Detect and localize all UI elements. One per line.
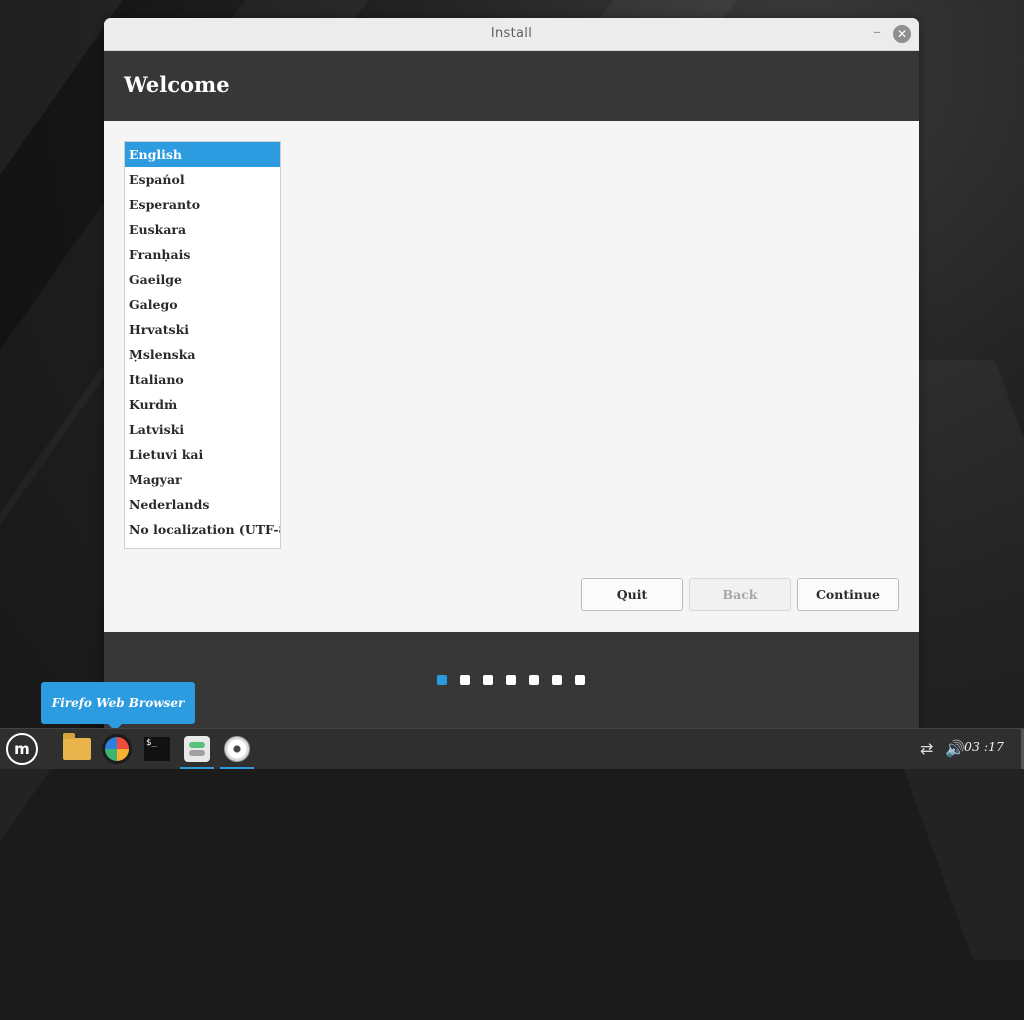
- terminal-icon-shape: $_: [144, 737, 170, 761]
- language-item-gaeilge[interactable]: Gaeilge: [125, 267, 280, 292]
- step-dot-5: [529, 675, 539, 685]
- page-title: Welcome: [124, 72, 230, 97]
- folder-icon-shape: [63, 733, 91, 760]
- language-item-hrvatski[interactable]: Hrvatski: [125, 317, 280, 342]
- quit-button[interactable]: Quit: [581, 578, 683, 611]
- firefox-icon[interactable]: [100, 733, 134, 765]
- back-button[interactable]: Back: [689, 578, 791, 611]
- title-bar[interactable]: Install – ✕: [104, 18, 919, 51]
- taskbar-tooltip: Firefo Web Browser: [41, 682, 195, 731]
- install-window: Install – ✕ Welcome English Espańol Espe…: [104, 18, 919, 728]
- step-dot-7: [575, 675, 585, 685]
- clock[interactable]: 03 :17: [964, 739, 1004, 754]
- language-item-english[interactable]: English: [125, 142, 280, 167]
- language-item-espanol[interactable]: Espańol: [125, 167, 280, 192]
- mint-menu-icon[interactable]: m: [6, 733, 38, 765]
- language-item-nederlands[interactable]: Nederlands: [125, 492, 280, 517]
- disc-icon-shape: [224, 736, 250, 762]
- terminal-icon[interactable]: $_: [140, 733, 174, 765]
- language-item-euskara[interactable]: Euskara: [125, 217, 280, 242]
- step-dot-6: [552, 675, 562, 685]
- header-band: Welcome: [104, 51, 919, 121]
- step-dot-1: [437, 675, 447, 685]
- language-item-magyar[interactable]: Magyar: [125, 467, 280, 492]
- settings-icon-shape: [184, 736, 210, 762]
- language-item-kurdi[interactable]: Kurdṁ: [125, 392, 280, 417]
- settings-icon[interactable]: [180, 733, 214, 769]
- language-list[interactable]: English Espańol Esperanto Euskara Franḥa…: [124, 141, 281, 549]
- content-area: English Espańol Esperanto Euskara Franḥa…: [104, 121, 919, 632]
- language-item-esperanto[interactable]: Esperanto: [125, 192, 280, 217]
- disc-icon[interactable]: [220, 733, 254, 769]
- footer-band: [104, 632, 919, 728]
- language-item-francais[interactable]: Franḥais: [125, 242, 280, 267]
- network-icon[interactable]: ⇄: [920, 739, 933, 758]
- language-item-galego[interactable]: Galego: [125, 292, 280, 317]
- step-dot-3: [483, 675, 493, 685]
- taskbar: m $_ ⇄ 🔊 03 :17: [0, 728, 1024, 769]
- language-item-islenska[interactable]: Ṃslenska: [125, 342, 280, 367]
- browser-icon-shape: [102, 734, 132, 764]
- minimize-button[interactable]: –: [869, 24, 885, 41]
- language-item-latviski[interactable]: Latviski: [125, 417, 280, 442]
- step-dot-2: [460, 675, 470, 685]
- volume-icon[interactable]: 🔊: [945, 739, 965, 758]
- language-item-italiano[interactable]: Italiano: [125, 367, 280, 392]
- step-pager: [437, 675, 587, 687]
- language-item-lietuviskai[interactable]: Lietuvi kai: [125, 442, 280, 467]
- continue-button[interactable]: Continue: [797, 578, 899, 611]
- language-item-no-localization[interactable]: No localization (UTF-8): [125, 517, 280, 542]
- step-dot-4: [506, 675, 516, 685]
- folder-icon[interactable]: [60, 733, 94, 765]
- window-title: Install: [490, 26, 533, 41]
- close-button[interactable]: ✕: [893, 25, 911, 43]
